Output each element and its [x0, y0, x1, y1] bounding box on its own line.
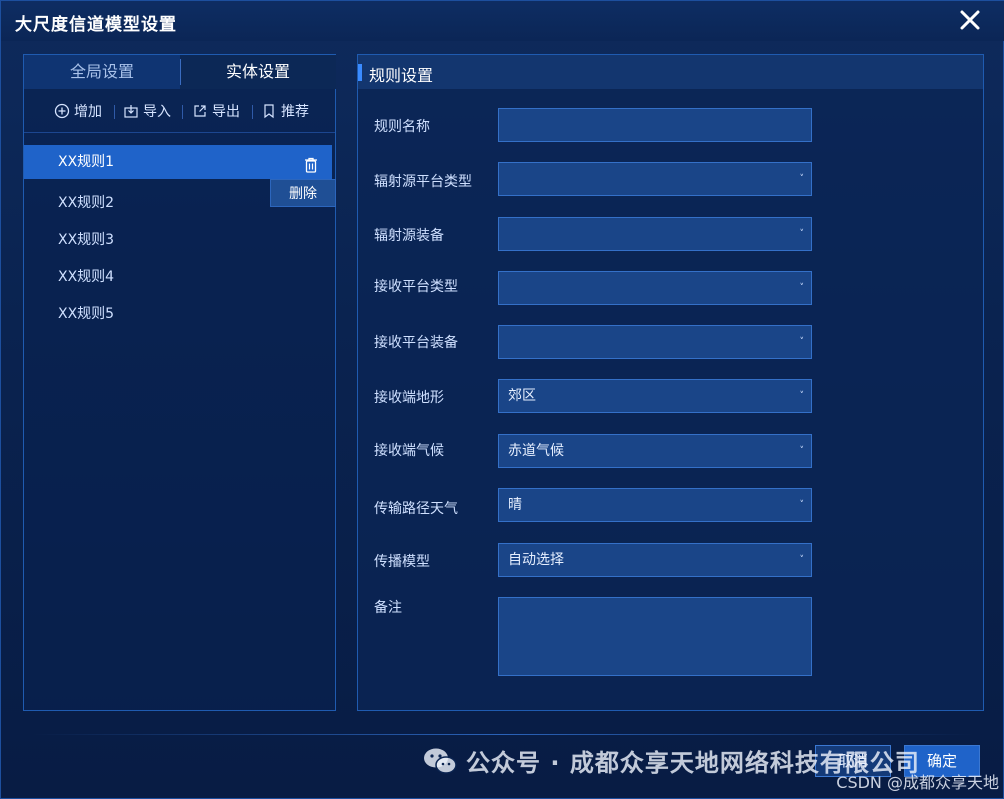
rule-label: XX规则1: [58, 154, 115, 170]
chevron-down-icon: ˅: [799, 555, 805, 565]
chevron-down-icon: ˅: [799, 174, 805, 184]
chevron-down-icon: ˅: [799, 337, 805, 347]
toolbar-divider: [252, 105, 253, 119]
recommend-button[interactable]: 推荐: [261, 101, 309, 121]
model-settings-dialog: 大尺度信道模型设置 全局设置 实体设置 增加 导入 导出 推荐 XX规则1 XX…: [0, 0, 1004, 799]
section-header: 规则设置: [358, 55, 983, 89]
footer-divider: [31, 734, 975, 735]
import-label: 导入: [143, 104, 171, 120]
tab-entity-settings[interactable]: 实体设置: [180, 55, 336, 89]
list-item[interactable]: XX规则5: [24, 296, 335, 333]
section-title: 规则设置: [369, 66, 434, 85]
chevron-down-icon: ˅: [799, 500, 805, 510]
emitter-equipment-select[interactable]: ˅: [498, 217, 812, 251]
add-label: 增加: [74, 104, 102, 120]
chevron-down-icon: ˅: [799, 283, 805, 293]
toolbar-divider: [182, 105, 183, 119]
propagation-model-label: 传播模型: [374, 554, 430, 570]
propagation-model-select[interactable]: 自动选择 ˅: [498, 543, 812, 577]
dialog-title: 大尺度信道模型设置: [15, 15, 177, 35]
receiver-equipment-select[interactable]: ˅: [498, 325, 812, 359]
remarks-textarea[interactable]: [498, 597, 812, 676]
rule-label: XX规则4: [58, 269, 115, 285]
tab-global-settings[interactable]: 全局设置: [24, 55, 180, 89]
receiver-terrain-label: 接收端地形: [374, 390, 444, 406]
select-value: 晴: [508, 497, 522, 513]
rule-label: XX规则3: [58, 232, 115, 248]
chevron-down-icon: ˅: [799, 446, 805, 456]
rule-list: XX规则1 XX规则2 XX规则3 XX规则4 XX规则5: [24, 145, 335, 333]
import-button[interactable]: 导入: [123, 101, 171, 121]
csdn-credit: CSDN @成都众享天地: [836, 773, 999, 792]
bookmark-icon: [261, 103, 277, 119]
add-button[interactable]: 增加: [54, 101, 102, 121]
emitter-equipment-label: 辐射源装备: [374, 228, 444, 244]
tab-divider: [180, 59, 181, 85]
rule-name-input[interactable]: [498, 108, 812, 142]
section-accent-bar: [358, 64, 362, 81]
receiver-climate-select[interactable]: 赤道气候 ˅: [498, 434, 812, 468]
rule-label: XX规则2: [58, 195, 115, 211]
list-item[interactable]: XX规则3: [24, 222, 335, 259]
chevron-down-icon: ˅: [799, 391, 805, 401]
emitter-platform-type-select[interactable]: ˅: [498, 162, 812, 196]
import-icon: [123, 103, 139, 119]
list-item[interactable]: XX规则4: [24, 259, 335, 296]
rule-list-panel: 全局设置 实体设置 增加 导入 导出 推荐 XX规则1 XX规则2 XX规则3 …: [23, 54, 336, 711]
close-icon[interactable]: [955, 5, 985, 35]
trash-icon[interactable]: [302, 153, 320, 173]
receiver-equipment-label: 接收平台装备: [374, 335, 458, 351]
select-value: 赤道气候: [508, 443, 564, 459]
export-icon: [192, 103, 208, 119]
select-value: 郊区: [508, 388, 536, 404]
export-label: 导出: [212, 104, 240, 120]
title-bar: 大尺度信道模型设置: [1, 1, 1004, 41]
list-item[interactable]: XX规则1: [24, 145, 332, 179]
receiver-terrain-select[interactable]: 郊区 ˅: [498, 379, 812, 413]
rule-label: XX规则5: [58, 306, 115, 322]
remarks-label: 备注: [374, 600, 402, 616]
toolbar-divider: [114, 105, 115, 119]
path-weather-label: 传输路径天气: [374, 501, 458, 517]
delete-tooltip[interactable]: 删除: [270, 179, 336, 207]
receiver-platform-type-label: 接收平台类型: [374, 279, 458, 295]
chevron-down-icon: ˅: [799, 229, 805, 239]
rule-toolbar: 增加 导入 导出 推荐: [24, 89, 335, 133]
recommend-label: 推荐: [281, 104, 309, 120]
select-value: 自动选择: [508, 552, 564, 568]
path-weather-select[interactable]: 晴 ˅: [498, 488, 812, 522]
receiver-platform-type-select[interactable]: ˅: [498, 271, 812, 305]
rule-settings-panel: 规则设置 规则名称 辐射源平台类型 ˅ 辐射源装备 ˅ 接收平台类型 ˅ 接收平…: [357, 54, 984, 711]
emitter-platform-type-label: 辐射源平台类型: [374, 174, 472, 190]
rule-name-label: 规则名称: [374, 119, 430, 135]
receiver-climate-label: 接收端气候: [374, 443, 444, 459]
plus-circle-icon: [54, 103, 70, 119]
settings-tabs: 全局设置 实体设置: [24, 55, 336, 89]
export-button[interactable]: 导出: [192, 101, 240, 121]
wechat-icon: [422, 746, 458, 776]
